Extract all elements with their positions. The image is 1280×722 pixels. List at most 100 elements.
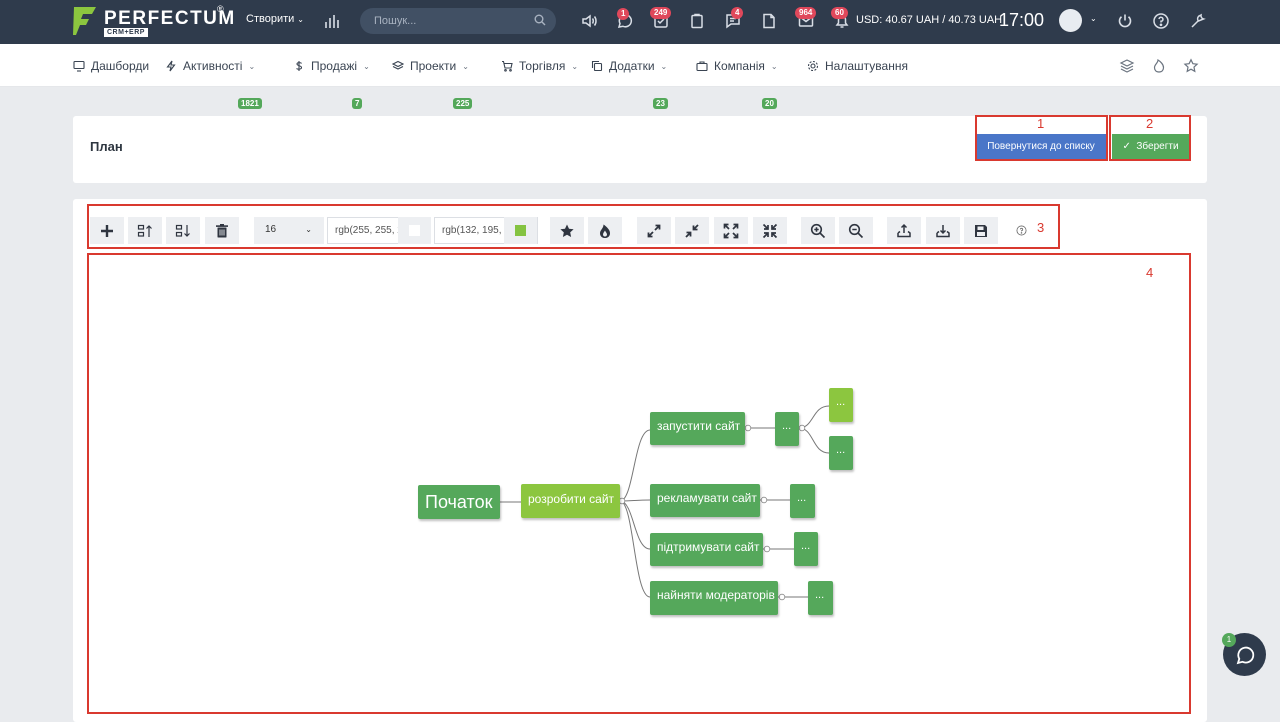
help-icon[interactable]	[1016, 225, 1027, 236]
delete-node-button[interactable]	[205, 217, 239, 244]
upload-button[interactable]	[887, 217, 921, 244]
mindmap-leaf-node[interactable]: ...	[775, 412, 799, 446]
help-icon[interactable]	[1150, 10, 1172, 32]
nav-label: Проекти	[410, 59, 457, 73]
wrench-icon[interactable]	[1187, 10, 1209, 32]
mindmap-root-node[interactable]: Початок	[418, 485, 500, 519]
mindmap-node-branch-4[interactable]: найняти модераторів	[650, 581, 778, 615]
nav-label: Торгівля	[519, 59, 566, 73]
text-color-swatch	[409, 225, 420, 236]
chat-widget-badge: 1	[1222, 633, 1236, 647]
currency-rate: USD: 40.67 UAH / 40.73 UAH	[856, 14, 1003, 26]
monitor-icon	[73, 60, 85, 72]
move-up-button[interactable]	[128, 217, 162, 244]
save-label: Зберегти	[1136, 141, 1179, 152]
create-menu[interactable]: Створити ⌄	[246, 13, 304, 25]
speaker-icon[interactable]	[578, 10, 600, 32]
notifications-badge: 60	[831, 7, 848, 19]
layers-icon	[392, 60, 404, 70]
mindmap-node-main[interactable]: розробити сайт	[521, 484, 620, 518]
chart-icon[interactable]	[321, 10, 343, 32]
nav-badge-sales: 7	[352, 98, 363, 109]
fire-icon[interactable]	[1151, 58, 1167, 74]
create-label: Створити	[246, 13, 295, 25]
back-to-list-button[interactable]: Повернутися до списку	[976, 134, 1106, 159]
annotation-label-3: 3	[1037, 220, 1045, 235]
layers-icon[interactable]	[1119, 58, 1135, 74]
star-icon[interactable]	[1183, 58, 1199, 74]
nav-label: Дашборди	[91, 59, 150, 73]
chevron-down-icon: ⌄	[297, 15, 304, 24]
nav-badge-projects: 225	[453, 98, 473, 109]
chevron-down-icon[interactable]: ⌄	[1090, 14, 1097, 23]
font-size-value: 16	[265, 224, 277, 235]
save-map-button[interactable]	[964, 217, 998, 244]
avatar[interactable]	[1059, 9, 1082, 32]
font-size-select[interactable]: 16 ⌄	[254, 217, 324, 244]
tasks-badge: 249	[650, 7, 672, 19]
mindmap-leaf-node[interactable]: ...	[829, 436, 853, 470]
gear-icon	[807, 60, 819, 72]
move-down-button[interactable]	[166, 217, 200, 244]
check-icon: ✓	[1122, 141, 1131, 152]
expand-button[interactable]	[637, 217, 671, 244]
bolt-icon	[166, 60, 176, 72]
nav-item-addons[interactable]: Додатки ⌄	[591, 59, 667, 73]
annotation-label-2: 2	[1146, 116, 1154, 131]
chevron-down-icon: ⌄	[660, 61, 668, 71]
logo-subtitle: CRM+ERP	[104, 28, 148, 37]
nav-item-company[interactable]: Компанія ⌄	[696, 59, 778, 73]
nav-item-trade[interactable]: Торгівля ⌄	[501, 59, 578, 73]
collapse-all-button[interactable]	[753, 217, 787, 244]
star-button[interactable]	[550, 217, 584, 244]
top-bar: PERFECTUM ® CRM+ERP Створити⌄ 1 249 4 96…	[0, 0, 1280, 44]
nav-label: Додатки	[609, 59, 655, 73]
mindmap-leaf-node[interactable]: ...	[808, 581, 833, 615]
expand-all-button[interactable]	[714, 217, 748, 244]
page-title: План	[90, 139, 123, 154]
document-icon[interactable]	[758, 10, 780, 32]
upload-icon	[897, 223, 911, 237]
star-icon	[560, 224, 574, 237]
nav-badge-addons: 23	[653, 98, 668, 109]
nav-item-activities[interactable]: Активності ⌄	[165, 59, 255, 73]
mindmap-node-branch-3[interactable]: підтримувати сайт	[650, 533, 763, 566]
collapse-button[interactable]	[675, 217, 709, 244]
text-color-picker[interactable]	[398, 217, 431, 244]
logo[interactable]: PERFECTUM ® CRM+ERP	[72, 4, 234, 39]
mindmap-leaf-node[interactable]: ...	[790, 484, 815, 518]
collapse-icon	[685, 223, 699, 238]
mindmap-node-branch-2[interactable]: рекламувати сайт	[650, 484, 760, 517]
save-button[interactable]: ✓ Зберегти	[1112, 134, 1189, 159]
background-color-picker[interactable]	[504, 217, 537, 244]
mindmap-node-branch-1[interactable]: запустити сайт	[650, 412, 745, 445]
add-node-button[interactable]	[90, 217, 124, 244]
copy-icon	[591, 60, 603, 72]
nav-badge-activities: 1821	[238, 98, 262, 109]
download-icon	[936, 224, 950, 237]
fire-icon	[600, 224, 610, 238]
search-input[interactable]	[360, 8, 556, 34]
nav-item-dashboards[interactable]: Дашборди	[73, 59, 149, 73]
nav-label: Налаштування	[825, 59, 908, 73]
download-button[interactable]	[926, 217, 960, 244]
mindmap-card	[73, 199, 1207, 722]
nav-item-sales[interactable]: Продажі ⌄	[293, 59, 370, 73]
nav-label: Компанія	[714, 59, 765, 73]
logo-mark-icon	[73, 7, 96, 35]
chat-bubble-icon	[1236, 646, 1254, 664]
mindmap-leaf-node[interactable]: ...	[794, 532, 818, 566]
zoom-out-button[interactable]	[839, 217, 873, 244]
fire-button[interactable]	[588, 217, 622, 244]
power-icon[interactable]	[1114, 10, 1136, 32]
chevron-down-icon: ⌄	[305, 225, 312, 234]
mindmap-leaf-node[interactable]: ...	[829, 388, 853, 422]
clipboard-icon[interactable]	[686, 10, 708, 32]
zoom-in-button[interactable]	[801, 217, 835, 244]
nav-label: Продажі	[311, 59, 358, 73]
plus-icon	[101, 224, 113, 237]
search-icon	[534, 14, 546, 26]
nav-item-projects[interactable]: Проекти ⌄	[392, 59, 469, 73]
nav-item-settings[interactable]: Налаштування	[807, 59, 908, 73]
annotation-label-4: 4	[1146, 265, 1154, 280]
